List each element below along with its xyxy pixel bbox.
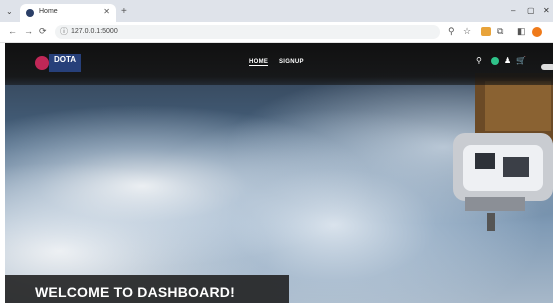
close-window-icon[interactable]: ✕: [543, 6, 550, 15]
welcome-banner: WELCOME TO DASHBOARD!: [5, 275, 289, 303]
url-input[interactable]: ⓘ 127.0.0.1:5000: [55, 25, 440, 39]
logo-text: DOTA: [54, 55, 77, 64]
address-bar-row: ← → ⟳ ⓘ 127.0.0.1:5000 ⚲ ☆ ⧉ ◧: [0, 22, 553, 43]
logo-circle: [35, 56, 49, 70]
search-icon[interactable]: ⚲: [476, 56, 482, 65]
status-indicator-icon[interactable]: [491, 57, 499, 65]
nav-signup-link[interactable]: SIGNUP: [279, 59, 304, 65]
zoom-icon[interactable]: ⚲: [448, 26, 455, 37]
extensions-icon[interactable]: ⧉: [497, 26, 503, 37]
side-panel-icon[interactable]: ◧: [517, 26, 526, 37]
minimize-icon[interactable]: –: [511, 6, 515, 15]
extension-icon[interactable]: [481, 27, 491, 36]
url-text: 127.0.0.1:5000: [71, 28, 118, 35]
site-logo[interactable]: DOTA: [35, 54, 81, 72]
favicon-icon: [26, 9, 34, 17]
forward-icon[interactable]: →: [24, 26, 33, 36]
satellite-image: [453, 73, 553, 231]
site-info-icon[interactable]: ⓘ: [60, 26, 68, 37]
browser-tab-strip: ⌄ Home ✕ + – ▢ ✕: [0, 0, 553, 22]
tab-close-icon[interactable]: ✕: [103, 7, 110, 16]
back-icon[interactable]: ←: [8, 26, 17, 36]
theme-toggle[interactable]: [541, 64, 553, 70]
site-header: DOTA HOME SIGNUP ⚲ ♟ 🛒: [5, 43, 553, 85]
hero-section: DOTA HOME SIGNUP ⚲ ♟ 🛒 WELCOME TO DASHBO…: [5, 43, 553, 303]
tab-search-icon[interactable]: ⌄: [6, 7, 13, 16]
tab-title: Home: [39, 8, 58, 15]
browser-tab[interactable]: Home ✕: [20, 4, 116, 22]
profile-avatar[interactable]: [532, 27, 542, 37]
restore-icon[interactable]: ▢: [527, 6, 535, 15]
user-icon[interactable]: ♟: [504, 56, 511, 65]
cart-icon[interactable]: 🛒: [516, 56, 526, 65]
bookmark-star-icon[interactable]: ☆: [463, 26, 471, 37]
new-tab-button[interactable]: +: [121, 6, 127, 17]
hero-title: WELCOME TO DASHBOARD!: [35, 284, 235, 300]
nav-home-link[interactable]: HOME: [249, 59, 269, 66]
reload-icon[interactable]: ⟳: [39, 26, 47, 37]
